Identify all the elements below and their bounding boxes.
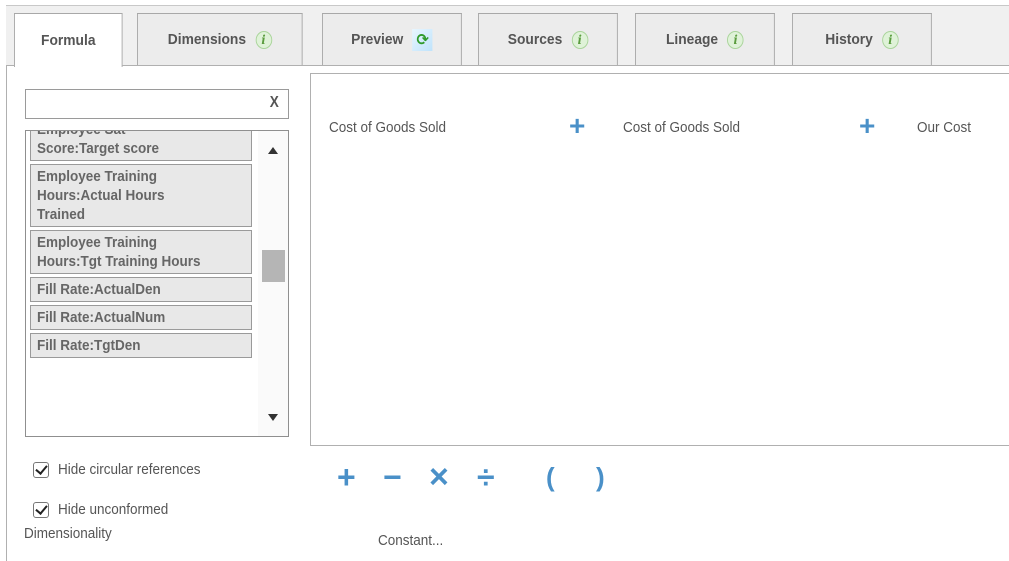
tab-label: History	[825, 31, 873, 48]
panel-border	[6, 66, 7, 561]
list-item[interactable]: Employee Sat Score:Target score	[30, 131, 252, 161]
divide-button[interactable]: ÷	[477, 458, 495, 496]
tab-history[interactable]: History i	[792, 13, 932, 65]
info-icon[interactable]: i	[727, 30, 744, 49]
formula-token[interactable]: Our Cost	[917, 119, 971, 136]
refresh-icon[interactable]: ⟳	[412, 28, 433, 51]
tab-dimensions[interactable]: Dimensions i	[137, 13, 303, 65]
list-item[interactable]: Fill Rate:ActualDen	[30, 277, 252, 302]
constant-button[interactable]: Constant...	[378, 532, 443, 549]
list-items: Employee Sat Score:Target score Employee…	[30, 131, 252, 361]
hide-unconformed-checkbox[interactable]	[33, 501, 49, 518]
formula-token[interactable]: Cost of Goods Sold	[623, 119, 740, 136]
open-paren-button[interactable]: (	[546, 458, 555, 496]
search-box: X	[25, 89, 289, 119]
hide-circular-option[interactable]: Hide circular references	[33, 461, 216, 478]
formula-token[interactable]: Cost of Goods Sold	[329, 119, 446, 136]
clear-search-button[interactable]: X	[270, 94, 279, 112]
tab-formula[interactable]: Formula	[14, 13, 123, 67]
hide-unconformed-option[interactable]: Hide unconformed	[33, 501, 181, 518]
multiply-button[interactable]: ×	[429, 458, 449, 496]
plus-button[interactable]: +	[337, 458, 356, 496]
tab-label: Dimensions	[167, 31, 247, 48]
scroll-down-icon[interactable]	[268, 414, 278, 421]
tab-preview[interactable]: Preview ⟳	[322, 13, 462, 65]
minus-button[interactable]: −	[383, 458, 402, 496]
formula-editor[interactable]: Cost of Goods Sold + Cost of Goods Sold …	[310, 73, 1009, 446]
hide-circular-checkbox[interactable]	[33, 461, 49, 478]
list-item[interactable]: Fill Rate:ActualNum	[30, 305, 252, 330]
item-list: Employee Sat Score:Target score Employee…	[25, 130, 289, 437]
tab-label: Lineage	[665, 31, 719, 48]
tab-label: Preview	[351, 31, 404, 48]
tab-label: Formula	[41, 32, 96, 49]
tab-sources[interactable]: Sources i	[478, 13, 618, 65]
list-item[interactable]: Employee Training Hours:Actual Hours Tra…	[30, 164, 252, 227]
tab-lineage[interactable]: Lineage i	[635, 13, 775, 65]
list-scrollbar[interactable]	[258, 131, 288, 436]
list-item[interactable]: Employee Training Hours:Tgt Training Hou…	[30, 230, 252, 274]
hide-unconformed-label: Hide unconformed	[58, 501, 169, 518]
tab-divider	[6, 65, 1009, 66]
formula-operator[interactable]: +	[569, 112, 585, 140]
info-icon[interactable]: i	[255, 30, 272, 49]
list-item[interactable]: Fill Rate:TgtDen	[30, 333, 252, 358]
formula-operator[interactable]: +	[859, 112, 875, 140]
scroll-up-icon[interactable]	[268, 147, 278, 154]
info-icon[interactable]: i	[882, 30, 899, 49]
close-paren-button[interactable]: )	[596, 458, 605, 496]
info-icon[interactable]: i	[571, 30, 589, 49]
scroll-thumb[interactable]	[262, 250, 285, 282]
tab-label: Sources	[507, 31, 563, 48]
hide-circular-label: Hide circular references	[58, 461, 201, 478]
hide-unconformed-label-cont: Dimensionality	[24, 525, 112, 542]
search-input[interactable]	[30, 93, 264, 117]
